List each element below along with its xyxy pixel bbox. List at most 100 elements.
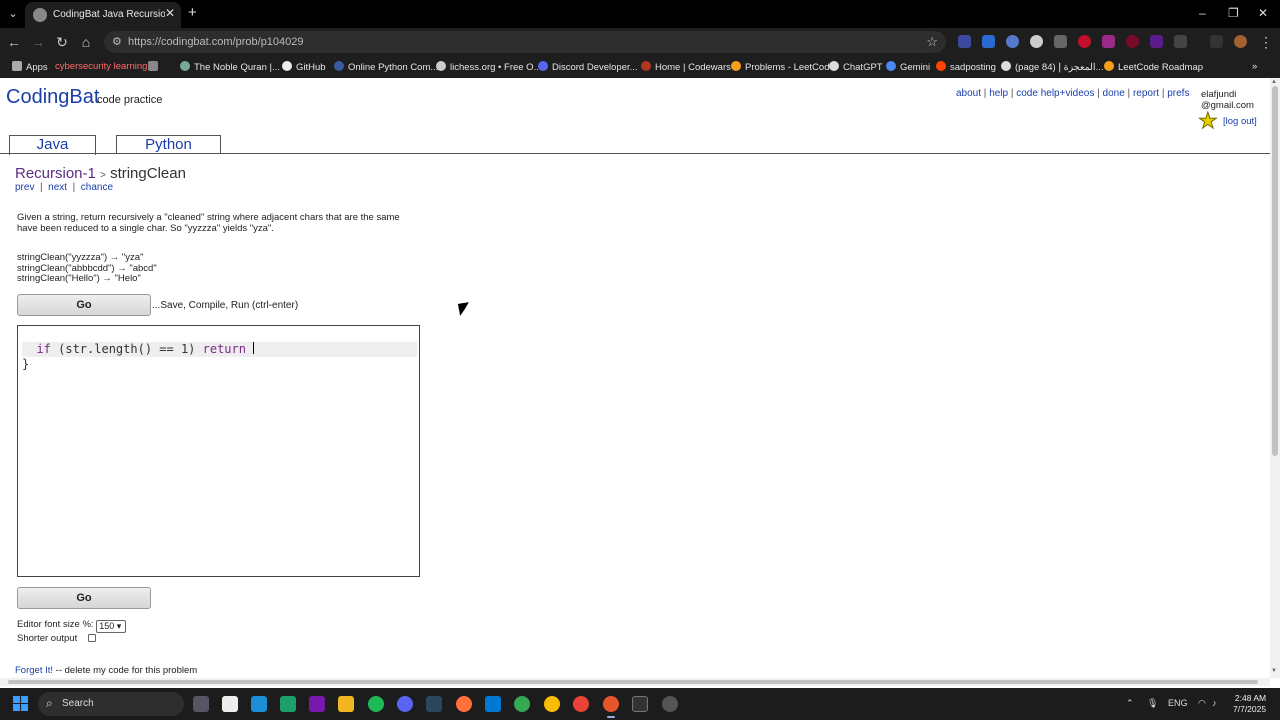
link-prev[interactable]: prev — [15, 182, 34, 193]
microphone-icon[interactable]: 🎙 — [1147, 698, 1158, 709]
minimize-icon[interactable]: – — [1199, 6, 1206, 20]
discord-icon[interactable] — [397, 696, 413, 712]
reddit-icon — [936, 61, 946, 71]
back-icon[interactable]: ← — [6, 34, 22, 50]
task-view-icon[interactable] — [193, 696, 209, 712]
bookmark-leetcode[interactable]: Problems - LeetCode — [731, 61, 835, 73]
forget-it-link[interactable]: Forget It! — [15, 665, 53, 676]
bookmark-apps[interactable]: Apps — [12, 61, 48, 73]
new-tab-icon[interactable]: + — [188, 4, 197, 21]
bookmark-cybersecurity[interactable]: cybersecurity learning — [55, 61, 147, 72]
media-control-icon[interactable] — [1210, 35, 1223, 48]
breadcrumb-category[interactable]: Recursion-1 — [15, 165, 96, 182]
clock[interactable]: 2:48 AM 7/7/2025 — [1233, 693, 1266, 715]
wifi-icon[interactable]: ◠ — [1198, 698, 1206, 709]
bookmark-github[interactable]: GitHub — [282, 61, 326, 73]
app-icon[interactable] — [222, 696, 238, 712]
extension-icon[interactable] — [1078, 35, 1091, 48]
tab-title: CodingBat Java Recursion-1 str — [53, 9, 165, 20]
link-about[interactable]: about — [956, 88, 981, 99]
windows-start-icon[interactable] — [13, 696, 29, 712]
shield-extension-icon[interactable] — [1054, 35, 1067, 48]
bookmark-leetcode-roadmap[interactable]: LeetCode Roadmap — [1104, 61, 1203, 73]
bookmark-page84[interactable]: (page 84) المعجزة إ... — [1001, 61, 1103, 73]
bookmark-quran[interactable]: The Noble Quran |... — [180, 61, 280, 73]
link-report[interactable]: report — [1133, 88, 1159, 99]
go-button-bottom[interactable]: Go — [17, 587, 151, 609]
chrome-icon[interactable] — [544, 696, 560, 712]
tab-close-icon[interactable]: ✕ — [165, 6, 175, 20]
extensions-puzzle-icon[interactable] — [1174, 35, 1187, 48]
link-prefs[interactable]: prefs — [1167, 88, 1189, 99]
browser-tab[interactable]: CodingBat Java Recursion-1 str ✕ — [25, 2, 181, 28]
tab-search-chevron-icon[interactable]: ⌄ — [4, 5, 22, 23]
bookmarks-overflow-icon[interactable]: » — [1252, 61, 1257, 72]
spotify-icon[interactable] — [368, 696, 384, 712]
tab-python[interactable]: Python — [116, 135, 221, 154]
scroll-thumb[interactable] — [1272, 86, 1278, 456]
address-bar[interactable]: ⚙ https://codingbat.com/prob/p104029 ☆ — [104, 31, 946, 53]
scroll-down-icon[interactable]: ▼ — [1271, 668, 1277, 674]
home-icon[interactable]: ⌂ — [78, 34, 94, 50]
bookmark-star-icon[interactable]: ☆ — [926, 34, 938, 50]
site-info-icon[interactable]: ⚙ — [112, 35, 122, 48]
file-explorer-icon[interactable] — [338, 696, 354, 712]
tab-java[interactable]: Java — [9, 135, 96, 155]
bookmark-sadposting[interactable]: sadposting — [936, 61, 996, 73]
bookmark-python[interactable]: Online Python Com... — [334, 61, 438, 73]
calculator-icon[interactable] — [280, 696, 296, 712]
taskbar-search[interactable]: ⌕ Search — [38, 692, 184, 716]
go-button-top[interactable]: Go — [17, 294, 151, 316]
browser-menu-icon[interactable]: ⋮ — [1258, 34, 1274, 50]
code-editor[interactable]: public String stringClean(String str) { … — [17, 325, 420, 577]
tabs-divider — [0, 153, 1270, 154]
language-indicator[interactable]: ENG — [1168, 698, 1188, 708]
steam-icon[interactable] — [426, 696, 442, 712]
forward-icon[interactable]: → — [30, 34, 46, 50]
horizontal-scroll-thumb[interactable] — [8, 680, 1258, 684]
font-size-select[interactable]: 150 ▾ — [96, 620, 127, 633]
extension-icon[interactable] — [1102, 35, 1115, 48]
app-icon[interactable] — [251, 696, 267, 712]
onenote-icon[interactable] — [309, 696, 325, 712]
bookmark-discord[interactable]: Discord Developer... — [538, 61, 638, 73]
codingbat-logo[interactable]: CodingBat — [6, 86, 99, 109]
extension-icon[interactable] — [1150, 35, 1163, 48]
app-icon[interactable] — [662, 696, 678, 712]
bookmark-lichess[interactable]: lichess.org • Free O... — [436, 61, 542, 73]
translate-extension-icon[interactable] — [982, 35, 995, 48]
link-help[interactable]: help — [989, 88, 1008, 99]
chrome-icon[interactable] — [514, 696, 530, 712]
terminal-icon[interactable] — [632, 696, 648, 712]
extension-icon[interactable] — [1006, 35, 1019, 48]
tray-overflow-icon[interactable]: ⌃ — [1126, 698, 1134, 709]
bookmark-folder[interactable] — [148, 61, 162, 73]
link-next[interactable]: next — [48, 182, 67, 193]
profile-avatar[interactable] — [1234, 35, 1247, 48]
extension-icon[interactable] — [1126, 35, 1139, 48]
logout-link[interactable]: [log out] — [1223, 116, 1257, 127]
vertical-scrollbar[interactable]: ▲ ▼ — [1270, 78, 1280, 678]
clock-time: 2:48 AM — [1234, 693, 1267, 703]
vscode-icon[interactable] — [485, 696, 501, 712]
extension-icon[interactable] — [1030, 35, 1043, 48]
bookmark-chatgpt[interactable]: ChatGPT — [829, 61, 883, 73]
shorter-output-checkbox[interactable] — [88, 634, 96, 642]
reload-icon[interactable]: ↻ — [54, 34, 70, 50]
chrome-active-icon[interactable] — [603, 696, 619, 712]
close-window-icon[interactable]: ✕ — [1258, 6, 1268, 20]
forget-description: -- delete my code for this problem — [53, 665, 198, 676]
maximize-icon[interactable]: ❐ — [1228, 6, 1239, 20]
volume-icon[interactable]: ♪ — [1212, 698, 1217, 708]
extension-icon[interactable] — [958, 35, 971, 48]
bookmark-gemini[interactable]: Gemini — [886, 61, 930, 73]
chrome-icon[interactable] — [573, 696, 589, 712]
link-chance[interactable]: chance — [81, 182, 113, 193]
font-size-label: Editor font size %: — [17, 619, 94, 630]
horizontal-scrollbar[interactable] — [0, 678, 1270, 686]
link-done[interactable]: done — [1103, 88, 1125, 99]
firefox-icon[interactable] — [456, 696, 472, 712]
bookmark-codewars[interactable]: Home | Codewars — [641, 61, 731, 73]
scroll-up-icon[interactable]: ▲ — [1271, 79, 1277, 85]
link-code-help-videos[interactable]: code help+videos — [1016, 88, 1094, 99]
